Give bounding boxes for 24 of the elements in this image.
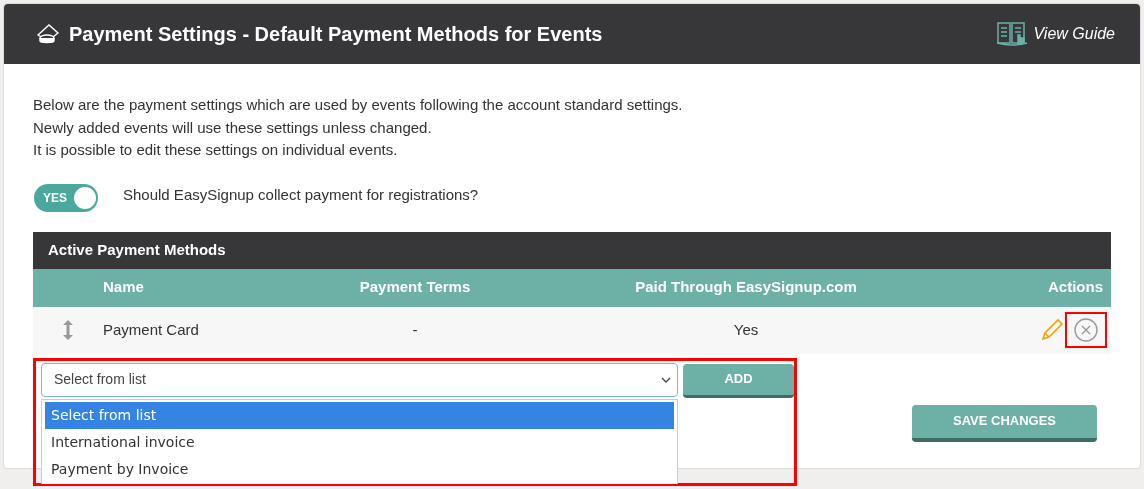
collect-question: Should EasySignup collect payment for registrations? [123, 184, 479, 205]
table-cell-text: - [411, 319, 419, 340]
column-header: Payment Terms [358, 277, 472, 298]
dropdown-option[interactable]: Payment by Invoice [45, 455, 674, 483]
column-header: Name [103, 277, 145, 298]
remove-icon[interactable] [1074, 318, 1098, 342]
view-guide-link[interactable]: View Guide [996, 21, 1115, 47]
column-header: Actions [1047, 277, 1104, 298]
intro-text: Newly added events will use these settings unless changed. [33, 117, 433, 138]
book-icon [996, 21, 1029, 47]
table-cell-text: Payment Card [103, 319, 200, 340]
intro-text: It is possible to edit these settings on individual events. [33, 140, 399, 160]
table-title: Active Payment Methods [48, 239, 226, 260]
method-select[interactable]: Select from list [41, 362, 678, 397]
pencil-icon[interactable] [1040, 318, 1064, 342]
page-title: Payment Settings - Default Payment Methods for Events [69, 22, 603, 47]
column-header: Paid Through EasySignup.com [634, 277, 858, 298]
dropdown-option[interactable]: International invoice [45, 428, 674, 456]
dropdown-option[interactable]: Select from list [45, 401, 674, 429]
table-cell-text: Yes [732, 319, 760, 340]
graduation-cap-icon [36, 23, 60, 45]
drag-handle-icon[interactable] [63, 320, 73, 340]
chevron-down-icon [661, 376, 671, 383]
intro-text: Below are the payment settings which are used by events following the account standard settings. [33, 95, 684, 115]
